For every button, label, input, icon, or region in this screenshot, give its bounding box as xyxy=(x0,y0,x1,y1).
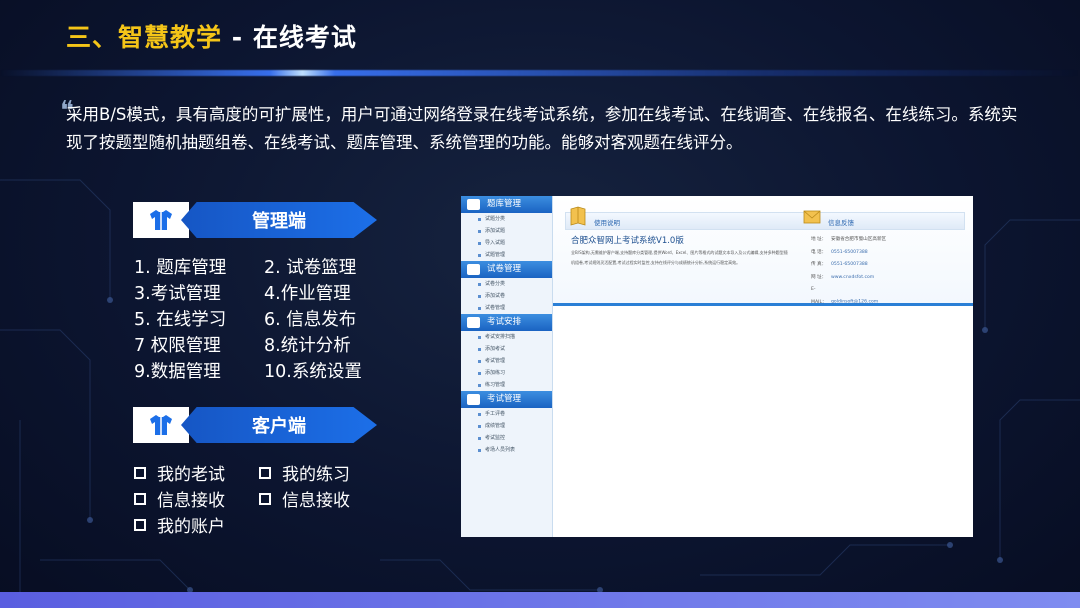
sidebar-item: 添加考试 xyxy=(461,343,552,355)
admin-shirt-icon xyxy=(133,202,189,238)
title-main: 三、智慧教学 xyxy=(66,23,223,52)
folder-icon xyxy=(467,264,480,275)
checkbox-icon xyxy=(134,492,146,505)
client-label: 客户端 xyxy=(181,407,377,443)
contact-row: 传 真： 0551-65007388 xyxy=(811,262,868,267)
system-screenshot: 题库管理 试题分类 添加试题 导入试题 试题管理 试卷管理 试卷分类 添加试卷 … xyxy=(461,196,973,537)
sidebar-item: 添加试卷 xyxy=(461,290,552,302)
contact-row: E-MAIL： goldinsoft@126.com xyxy=(811,287,879,305)
screenshot-sidebar: 题库管理 试题分类 添加试题 导入试题 试题管理 试卷管理 试卷分类 添加试卷 … xyxy=(461,196,553,537)
contact-row: 网 址： www.cnxdsfot.com xyxy=(811,274,875,280)
contact-row: 电 话： 0551-65007388 xyxy=(811,249,868,255)
sidebar-item: 手工评卷 xyxy=(461,408,552,420)
checkbox-icon xyxy=(259,492,271,505)
client-shirt-icon xyxy=(133,407,189,443)
client-feature-list: 我的老试 我的练习 信息接收 信息接收 我的账户 xyxy=(134,459,384,537)
screenshot-main: 使用说明 信息反馈 合肥众智网上考试系统V1.0版 全B/S架构,无需维护客户端… xyxy=(553,196,973,537)
list-item: 我的老试 我的练习 xyxy=(134,459,384,485)
list-item: 我的账户 xyxy=(134,511,384,537)
contact-info: 地 址： 安徽省合肥市蜀山区高新区 电 话： 0551-65007388 传 真： 0… xyxy=(811,234,886,309)
list-item: 9.数据管理 10.系统设置 xyxy=(134,362,362,382)
client-banner: 客户端 xyxy=(133,407,377,443)
sidebar-item: 试卷分类 xyxy=(461,278,552,290)
admin-label: 管理端 xyxy=(181,202,377,238)
sidebar-heading: 考试安排 xyxy=(461,314,552,331)
sidebar-item: 考试监控 xyxy=(461,432,552,444)
folder-icon xyxy=(467,199,480,210)
sidebar-item: 添加试题 xyxy=(461,225,552,237)
checkbox-icon xyxy=(134,518,146,531)
admin-feature-list: 1. 题库管理 2. 试卷篮理 3.考试管理 4.作业管理 5. 在线学习 6. 信息… xyxy=(134,254,362,384)
folder-icon xyxy=(467,317,480,328)
sidebar-item: 导入试题 xyxy=(461,237,552,249)
tab-feedback: 信息反馈 xyxy=(828,219,854,227)
admin-banner: 管理端 xyxy=(133,202,377,238)
list-item: 1. 题库管理 2. 试卷篮理 xyxy=(134,258,357,278)
screenshot-tab-bar: 使用说明 信息反馈 xyxy=(565,206,965,230)
sidebar-heading: 试卷管理 xyxy=(461,261,552,278)
title-sub: 在线考试 xyxy=(252,23,357,52)
list-item: 5. 在线学习 6. 信息发布 xyxy=(134,310,357,330)
sidebar-item: 成绩管理 xyxy=(461,420,552,432)
screenshot-info-panel: 使用说明 信息反馈 合肥众智网上考试系统V1.0版 全B/S架构,无需维护客户端… xyxy=(553,196,973,306)
sidebar-item: 练习管理 xyxy=(461,379,552,391)
checkbox-icon xyxy=(259,466,271,479)
sidebar-item: 试题分类 xyxy=(461,213,552,225)
system-title: 合肥众智网上考试系统V1.0版 xyxy=(571,236,684,246)
slide-title: 三、智慧教学 - 在线考试 xyxy=(66,18,357,54)
list-item: 3.考试管理 4.作业管理 xyxy=(134,284,351,304)
tab-help: 使用说明 xyxy=(594,219,620,227)
sidebar-item: 试卷管理 xyxy=(461,302,552,314)
system-description: 全B/S架构,无需维护客户端,支持题库分类管理,提供Word、Excel、图片等… xyxy=(571,250,788,265)
list-item: 信息接收 信息接收 xyxy=(134,485,384,511)
checkbox-icon xyxy=(134,466,146,479)
sidebar-item: 考场人员列表 xyxy=(461,444,552,456)
list-item: 7 权限管理 8.统计分析 xyxy=(134,336,351,356)
sidebar-item: 试题管理 xyxy=(461,249,552,261)
book-icon xyxy=(570,206,586,226)
title-dash: - xyxy=(222,23,253,52)
sidebar-heading: 考试管理 xyxy=(461,391,552,408)
sidebar-item: 考试安排扫描 xyxy=(461,331,552,343)
sidebar-heading: 题库管理 xyxy=(461,196,552,213)
header-glow-line xyxy=(0,70,1080,76)
sidebar-item: 考试管理 xyxy=(461,355,552,367)
sidebar-item: 添加练习 xyxy=(461,367,552,379)
contact-row: 地 址： 安徽省合肥市蜀山区高新区 xyxy=(811,237,887,242)
folder-icon xyxy=(467,394,480,405)
envelope-icon xyxy=(803,210,821,224)
intro-text: 采用B/S模式，具有高度的可扩展性，用户可通过网络登录在线考试系统，参加在线考试… xyxy=(66,105,1018,152)
